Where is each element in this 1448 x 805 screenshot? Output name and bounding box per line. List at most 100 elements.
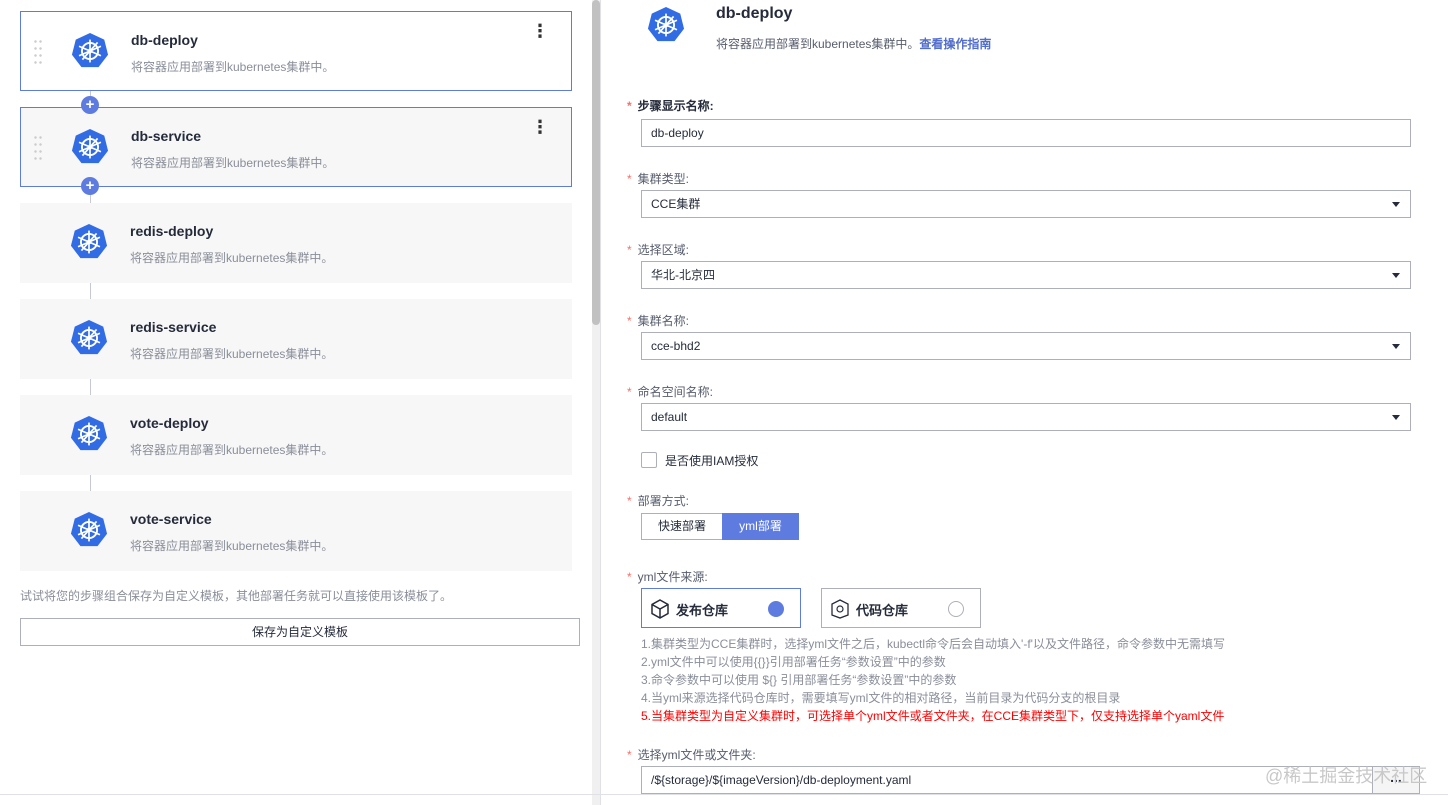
- region-select[interactable]: 华北-北京四: [641, 261, 1411, 289]
- label-text: 选择yml文件或文件夹:: [637, 748, 756, 762]
- deploy-mode-yml[interactable]: yml部署: [722, 513, 799, 540]
- kubernetes-icon: [71, 128, 109, 166]
- deploy-mode-label: * 部署方式:: [627, 492, 689, 509]
- more-menu-icon[interactable]: ⋮: [531, 118, 549, 136]
- cluster-type-select[interactable]: CCE集群: [641, 190, 1411, 218]
- caret-down-icon: [1392, 202, 1400, 207]
- label-text: 集群名称:: [637, 314, 690, 328]
- drag-handle-icon[interactable]: [33, 38, 43, 66]
- select-value: 华北-北京四: [651, 268, 715, 282]
- kubernetes-icon: [71, 32, 109, 70]
- yml-source-label: * yml文件来源:: [627, 568, 708, 585]
- cluster-type-label: * 集群类型:: [627, 170, 689, 187]
- iam-checkbox[interactable]: [641, 452, 657, 468]
- source-label: 代码仓库: [856, 603, 909, 618]
- scrollbar[interactable]: [592, 0, 600, 805]
- step-desc: 将容器应用部署到kubernetes集群中。: [131, 60, 335, 74]
- save-template-button[interactable]: 保存为自定义模板: [20, 618, 580, 646]
- label-text: 选择区域:: [637, 243, 690, 257]
- note-1: 1.集群类型为CCE集群时，选择yml文件之后，kubectl命令后会自动填入'…: [641, 637, 1225, 651]
- page-title: db-deploy: [716, 5, 793, 22]
- label-text: yml文件来源:: [637, 570, 708, 584]
- step-card-vote-deploy[interactable]: vote-deploy 将容器应用部署到kubernetes集群中。: [20, 395, 572, 475]
- yml-source-code-repo[interactable]: 代码仓库: [821, 588, 981, 628]
- required-mark: *: [627, 494, 632, 508]
- source-label: 发布仓库: [676, 603, 729, 618]
- cluster-name-label: * 集群名称:: [627, 312, 689, 329]
- step-card-redis-service[interactable]: redis-service 将容器应用部署到kubernetes集群中。: [20, 299, 572, 379]
- note-5-warning: 5.当集群类型为自定义集群时，可选择单个yml文件或者文件夹，在CCE集群类型下…: [641, 709, 1225, 723]
- step-name-input[interactable]: db-deploy: [641, 119, 1411, 147]
- yml-path-input[interactable]: /${storage}/${imageVersion}/db-deploymen…: [641, 766, 1373, 794]
- kubernetes-icon: [70, 223, 108, 261]
- kubernetes-icon: [70, 415, 108, 453]
- region-label: * 选择区域:: [627, 241, 689, 258]
- connector-line: [90, 475, 91, 491]
- caret-down-icon: [1392, 344, 1400, 349]
- connector-line: [90, 283, 91, 299]
- add-step-button[interactable]: +: [81, 96, 99, 114]
- step-card-db-service[interactable]: db-service 将容器应用部署到kubernetes集群中。 ⋮: [20, 107, 572, 187]
- required-mark: *: [627, 314, 632, 328]
- required-mark: *: [627, 570, 632, 584]
- scrollbar-thumb[interactable]: [592, 0, 600, 325]
- code-repo-shield-icon: [831, 599, 849, 619]
- connector-line: [90, 379, 91, 395]
- yml-source-release-repo[interactable]: 发布仓库: [641, 588, 801, 628]
- step-card-vote-service[interactable]: vote-service 将容器应用部署到kubernetes集群中。: [20, 491, 572, 571]
- check-circle-icon[interactable]: [768, 601, 788, 623]
- step-card-db-deploy[interactable]: db-deploy 将容器应用部署到kubernetes集群中。 ⋮: [20, 11, 572, 91]
- kubernetes-icon: [647, 6, 685, 44]
- required-mark: *: [627, 243, 632, 257]
- step-title: redis-deploy: [130, 223, 214, 239]
- step-title: vote-service: [130, 511, 212, 527]
- select-value: CCE集群: [651, 197, 701, 211]
- cluster-name-select[interactable]: cce-bhd2: [641, 332, 1411, 360]
- radio-icon[interactable]: [948, 601, 964, 617]
- step-desc: 将容器应用部署到kubernetes集群中。: [130, 443, 334, 457]
- divider: [600, 0, 601, 805]
- required-mark: *: [627, 99, 632, 113]
- step-title: db-deploy: [131, 32, 198, 48]
- label-text: 集群类型:: [637, 172, 690, 186]
- step-card-redis-deploy[interactable]: redis-deploy 将容器应用部署到kubernetes集群中。: [20, 203, 572, 283]
- namespace-select[interactable]: default: [641, 403, 1411, 431]
- guide-link[interactable]: 查看操作指南: [919, 37, 991, 51]
- step-desc: 将容器应用部署到kubernetes集群中。: [130, 539, 334, 553]
- caret-down-icon: [1392, 415, 1400, 420]
- label-text: 部署方式:: [637, 494, 690, 508]
- note-4: 4.当yml来源选择代码仓库时，需要填写yml文件的相对路径，当前目录为代码分支…: [641, 691, 1121, 705]
- package-box-icon: [651, 599, 669, 619]
- watermark: @稀土掘金技术社区: [1265, 766, 1428, 786]
- required-mark: *: [627, 748, 632, 762]
- note-2: 2.yml文件中可以使用{{}}引用部署任务“参数设置”中的参数: [641, 655, 946, 669]
- deploy-mode-quick[interactable]: 快速部署: [641, 513, 723, 540]
- step-title: vote-deploy: [130, 415, 209, 431]
- divider: [0, 794, 1448, 795]
- namespace-label: * 命名空间名称:: [627, 383, 713, 400]
- label-text: 命名空间名称:: [637, 385, 714, 399]
- iam-label: 是否使用IAM授权: [665, 454, 759, 468]
- note-3: 3.命令参数中可以使用 ${} 引用部署任务“参数设置”中的参数: [641, 673, 957, 687]
- required-mark: *: [627, 172, 632, 186]
- step-desc: 将容器应用部署到kubernetes集群中。: [131, 156, 335, 170]
- step-desc: 将容器应用部署到kubernetes集群中。: [130, 251, 334, 265]
- more-menu-icon[interactable]: ⋮: [531, 22, 549, 40]
- kubernetes-icon: [70, 319, 108, 357]
- add-step-button[interactable]: +: [81, 177, 99, 195]
- kubernetes-icon: [70, 511, 108, 549]
- step-list-panel: db-deploy 将容器应用部署到kubernetes集群中。 ⋮ + db-…: [0, 0, 590, 805]
- step-title: db-service: [131, 128, 202, 144]
- select-value: cce-bhd2: [651, 339, 701, 353]
- step-name-label: * 步骤显示名称:: [627, 97, 714, 114]
- select-value: default: [651, 410, 688, 424]
- subtitle-text: 将容器应用部署到kubernetes集群中。: [716, 37, 920, 51]
- caret-down-icon: [1392, 273, 1400, 278]
- label-text: 步骤显示名称:: [637, 99, 714, 113]
- yml-path-label: * 选择yml文件或文件夹:: [627, 746, 756, 763]
- template-tip: 试试将您的步骤组合保存为自定义模板，其他部署任务就可以直接使用该模板了。: [20, 589, 453, 603]
- required-mark: *: [627, 385, 632, 399]
- drag-handle-icon[interactable]: [33, 134, 43, 162]
- page-subtitle: 将容器应用部署到kubernetes集群中。查看操作指南: [716, 35, 991, 52]
- step-desc: 将容器应用部署到kubernetes集群中。: [130, 347, 334, 361]
